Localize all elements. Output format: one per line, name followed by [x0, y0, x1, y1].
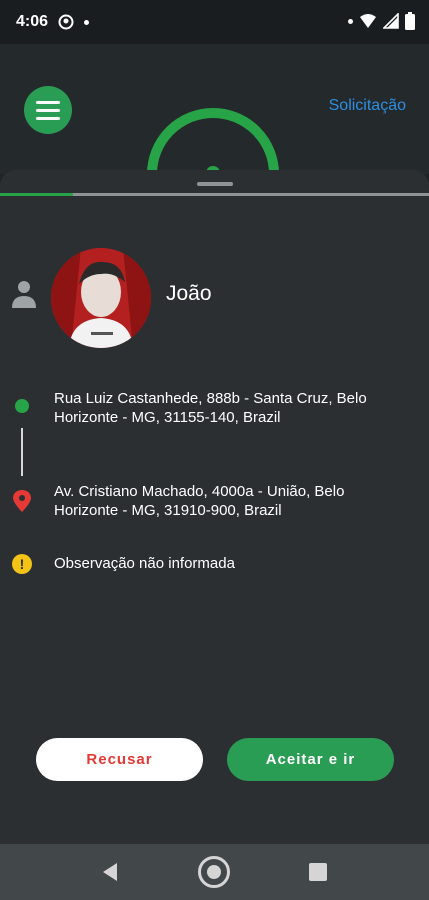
passenger-name: João	[166, 282, 212, 305]
wifi-icon	[360, 14, 376, 28]
status-left-icons	[58, 14, 90, 30]
decline-button[interactable]: Recusar	[36, 738, 203, 781]
request-link[interactable]: Solicitação	[329, 97, 406, 115]
dot-icon	[348, 18, 353, 24]
status-time: 4:06	[16, 13, 49, 30]
passenger-avatar	[51, 248, 151, 348]
drag-handle[interactable]	[197, 182, 233, 186]
back-icon[interactable]	[100, 862, 120, 882]
battery-icon	[405, 12, 415, 30]
navigation-bar	[0, 844, 429, 900]
destination-pin-icon	[13, 490, 31, 512]
warning-icon: !	[12, 554, 32, 574]
observation-text: Observação não informada	[54, 555, 235, 572]
status-right-icons	[348, 12, 415, 30]
person-icon	[12, 281, 36, 308]
status-bar: 4:06	[0, 0, 429, 44]
menu-button[interactable]	[24, 86, 72, 134]
origin-dot-icon	[15, 399, 29, 413]
request-timer-fill	[0, 193, 73, 196]
signal-icon	[383, 13, 399, 29]
request-timer-bar	[0, 193, 429, 196]
origin-address: Rua Luiz Castanhede, 888b - Santa Cruz, …	[54, 390, 367, 426]
route-line	[21, 428, 23, 476]
accept-button[interactable]: Aceitar e ir	[227, 738, 394, 781]
app-notification-icon	[58, 14, 74, 30]
dot-icon	[84, 19, 90, 25]
request-bottom-sheet: João Rua Luiz Castanhede, 888b - Santa C…	[0, 170, 429, 844]
home-icon[interactable]	[198, 856, 230, 888]
hamburger-menu-icon	[36, 100, 60, 104]
recents-icon[interactable]	[309, 863, 327, 881]
destination-address: Av. Cristiano Machado, 4000a - União, Be…	[54, 483, 345, 519]
person-avatar	[51, 248, 151, 348]
